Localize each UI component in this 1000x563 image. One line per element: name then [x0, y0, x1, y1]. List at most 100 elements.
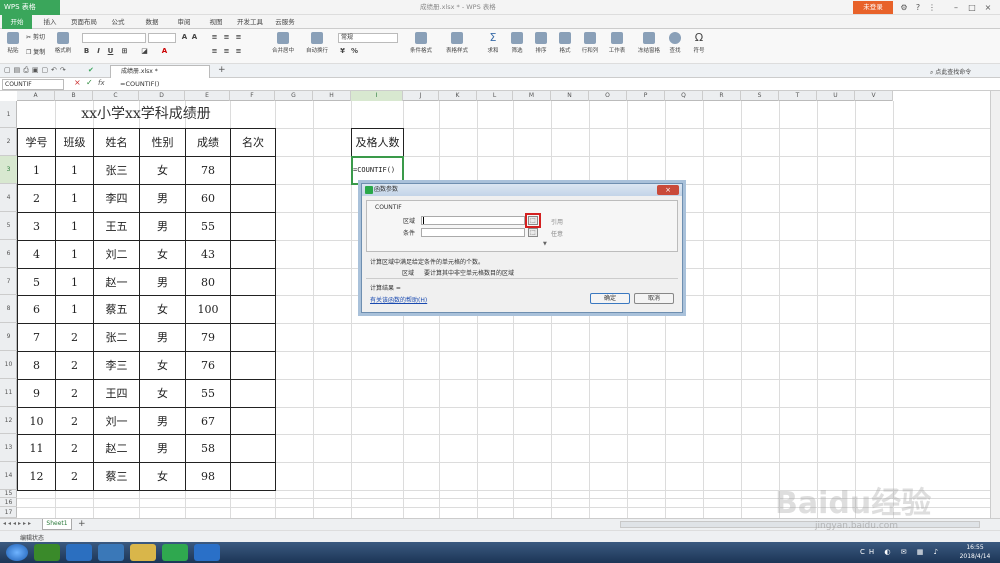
underline-icon[interactable]: U	[106, 47, 115, 56]
ie-icon[interactable]	[66, 544, 92, 561]
align-left-icon[interactable]: ≡	[210, 47, 219, 56]
number-format-select[interactable]: 常规	[338, 33, 398, 43]
table-cell[interactable]: 1	[55, 184, 94, 213]
help-link[interactable]: 有关该函数的帮助(H)	[370, 295, 427, 304]
align-right-icon[interactable]: ≡	[234, 47, 243, 56]
column-header-t[interactable]: T	[779, 91, 817, 101]
column-header-e[interactable]: E	[185, 91, 230, 101]
table-cell[interactable]: 2	[55, 462, 94, 491]
cancel-formula-icon[interactable]: ×	[74, 78, 81, 87]
tab-cloud[interactable]: 云服务	[272, 15, 298, 29]
filter-button[interactable]: 筛选	[506, 32, 528, 60]
column-header-m[interactable]: M	[513, 91, 551, 101]
tray-icons[interactable]: CH ◐ ✉ ▦ ♪	[860, 548, 942, 556]
table-cell[interactable]: 女	[139, 379, 186, 408]
column-header-c[interactable]: C	[93, 91, 139, 101]
tab-view[interactable]: 视图	[204, 15, 228, 29]
table-cell[interactable]: 3	[17, 212, 56, 241]
table-cell[interactable]: 76	[185, 351, 231, 380]
row-header-15[interactable]: 15	[0, 490, 17, 498]
table-cell[interactable]: 女	[139, 462, 186, 491]
ok-button[interactable]: 确定	[590, 293, 630, 304]
taskbar-clock[interactable]: 16:55 2018/4/14	[955, 543, 995, 561]
paste-button[interactable]: 粘贴	[4, 32, 22, 60]
table-cell[interactable]: 98	[185, 462, 231, 491]
confirm-formula-icon[interactable]: ✓	[86, 78, 93, 87]
row-header-4[interactable]: 4	[0, 184, 17, 212]
row-col-button[interactable]: 行和列	[578, 32, 602, 60]
table-cell[interactable]	[230, 434, 276, 463]
tab-data[interactable]: 数据	[140, 15, 164, 29]
table-cell[interactable]: 60	[185, 184, 231, 213]
column-header-v[interactable]: V	[855, 91, 893, 101]
help-icon[interactable]: ?	[912, 0, 924, 15]
minimize-icon[interactable]: –	[950, 0, 962, 15]
close-icon[interactable]: ×	[982, 0, 994, 15]
formula-input[interactable]: =COUNTIF()	[120, 79, 990, 90]
wps-sheet-taskbar-icon[interactable]	[162, 544, 188, 561]
table-cell[interactable]: 女	[139, 156, 186, 185]
fill-color-icon[interactable]: ◪	[140, 47, 149, 56]
row-header-9[interactable]: 9	[0, 323, 17, 351]
document-tab[interactable]: 成绩册.xlsx *	[110, 65, 210, 78]
column-header-l[interactable]: L	[477, 91, 513, 101]
table-cell[interactable]	[230, 323, 276, 352]
table-cell[interactable]	[230, 240, 276, 269]
sort-button[interactable]: 排序	[530, 32, 552, 60]
column-header-k[interactable]: K	[439, 91, 477, 101]
table-cell[interactable]: 2	[55, 434, 94, 463]
row-header-1[interactable]: 1	[0, 101, 17, 128]
merge-center-button[interactable]: 合并居中	[266, 32, 300, 60]
row-header-12[interactable]: 12	[0, 407, 17, 434]
active-cell-i3[interactable]: =COUNTIF()	[351, 156, 404, 185]
check-icon[interactable]: ✔	[88, 66, 94, 74]
table-cell[interactable]: 55	[185, 212, 231, 241]
table-cell[interactable]	[230, 156, 276, 185]
sum-button[interactable]: Σ 求和	[482, 32, 504, 60]
table-cell[interactable]: 男	[139, 212, 186, 241]
column-header-g[interactable]: G	[275, 91, 313, 101]
percent-icon[interactable]: %	[350, 47, 359, 56]
app-360-icon[interactable]	[34, 544, 60, 561]
table-cell[interactable]: 11	[17, 434, 56, 463]
table-cell[interactable]: 80	[185, 268, 231, 296]
column-header-o[interactable]: O	[589, 91, 627, 101]
table-cell[interactable]: 1	[55, 156, 94, 185]
table-cell[interactable]: 刘二	[93, 240, 140, 269]
table-cell[interactable]: 女	[139, 240, 186, 269]
row-header-7[interactable]: 7	[0, 268, 17, 295]
tab-insert[interactable]: 插入	[38, 15, 62, 29]
table-cell[interactable]	[230, 184, 276, 213]
border-icon[interactable]: ⊞	[120, 47, 129, 56]
table-cell[interactable]: 2	[55, 351, 94, 380]
table-cell[interactable]	[230, 462, 276, 491]
currency-icon[interactable]: ¥	[338, 47, 347, 56]
table-cell[interactable]: 女	[139, 295, 186, 324]
table-cell[interactable]: 100	[185, 295, 231, 324]
freeze-panes-button[interactable]: 冻结窗格	[634, 32, 664, 60]
align-top-icon[interactable]: ≡	[210, 33, 219, 42]
column-header-q[interactable]: Q	[665, 91, 703, 101]
table-cell[interactable]: 刘一	[93, 407, 140, 435]
criteria-input[interactable]	[421, 228, 525, 237]
table-cell[interactable]: 1	[55, 295, 94, 324]
worksheet-button[interactable]: 工作表	[604, 32, 630, 60]
table-cell[interactable]: 67	[185, 407, 231, 435]
wrap-text-button[interactable]: 自动换行	[300, 32, 334, 60]
sheet-nav-arrows[interactable]: ◂◂◂▸▸▸	[3, 520, 33, 527]
tab-review[interactable]: 审阅	[172, 15, 196, 29]
cancel-button[interactable]: 取消	[634, 293, 674, 304]
table-cell[interactable]: 王四	[93, 379, 140, 408]
table-cell[interactable]: 58	[185, 434, 231, 463]
table-cell[interactable]: 5	[17, 268, 56, 296]
table-cell[interactable]	[230, 379, 276, 408]
table-cell[interactable]: 12	[17, 462, 56, 491]
table-cell[interactable]: 男	[139, 407, 186, 435]
table-cell[interactable]	[230, 212, 276, 241]
font-shrink-icon[interactable]: A	[190, 33, 199, 42]
font-name-select[interactable]	[82, 33, 146, 43]
tab-page-layout[interactable]: 页面布局	[68, 15, 100, 29]
command-search[interactable]: ⌕ 点此查找命令	[930, 67, 971, 77]
conditional-format-button[interactable]: 条件格式	[404, 32, 438, 60]
table-cell[interactable]: 6	[17, 295, 56, 324]
